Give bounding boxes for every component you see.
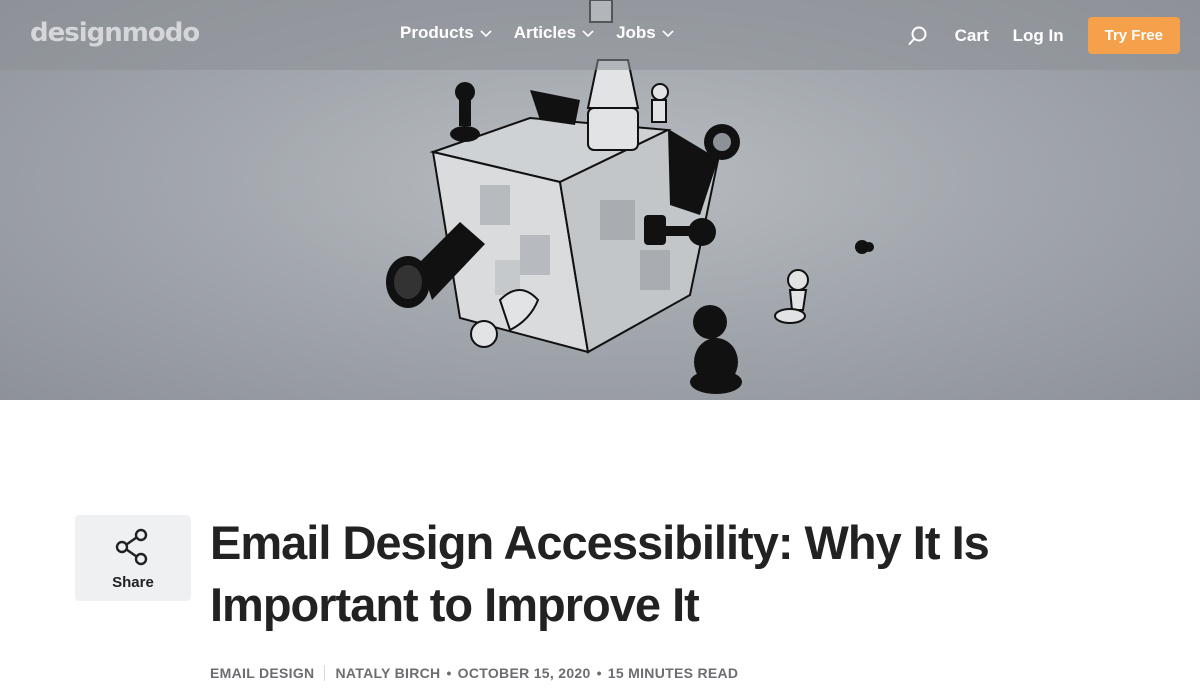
- nav-item-products[interactable]: Products: [400, 23, 492, 43]
- article-meta: EMAIL DESIGN NATALY BIRCH • OCTOBER 15, …: [210, 665, 738, 681]
- cart-link[interactable]: Cart: [955, 26, 989, 46]
- meta-separator: •: [446, 665, 452, 681]
- chevron-down-icon: [480, 30, 492, 38]
- search-icon[interactable]: [907, 25, 929, 47]
- try-free-button[interactable]: Try Free: [1087, 17, 1180, 54]
- share-button[interactable]: Share: [75, 515, 191, 601]
- category-link[interactable]: EMAIL DESIGN: [210, 665, 326, 681]
- chevron-down-icon: [662, 30, 674, 38]
- read-time: 15 MINUTES READ: [607, 665, 739, 681]
- hero-image: designmodo Products Articles Jobs Cart L…: [0, 0, 1200, 400]
- nav-item-jobs[interactable]: Jobs: [616, 23, 674, 43]
- chevron-down-icon: [582, 30, 594, 38]
- nav-item-label: Jobs: [616, 23, 656, 42]
- main-nav: Products Articles Jobs: [400, 23, 696, 43]
- nav-item-label: Products: [400, 23, 474, 42]
- top-navbar: designmodo Products Articles Jobs Cart L…: [0, 0, 1200, 70]
- nav-item-label: Articles: [513, 23, 577, 42]
- nav-item-articles[interactable]: Articles: [514, 23, 594, 43]
- login-link[interactable]: Log In: [1013, 26, 1064, 46]
- article-title: Email Design Accessibility: Why It Is Im…: [210, 516, 990, 631]
- author-link[interactable]: NATALY BIRCH: [335, 665, 440, 681]
- publish-date: OCTOBER 15, 2020: [457, 665, 591, 681]
- share-icon: [115, 528, 148, 566]
- nav-actions: Cart Log In Try Free: [907, 17, 1180, 54]
- designmodo-logo[interactable]: designmodo: [30, 18, 200, 48]
- share-label: Share: [112, 574, 154, 591]
- meta-separator: •: [596, 665, 602, 681]
